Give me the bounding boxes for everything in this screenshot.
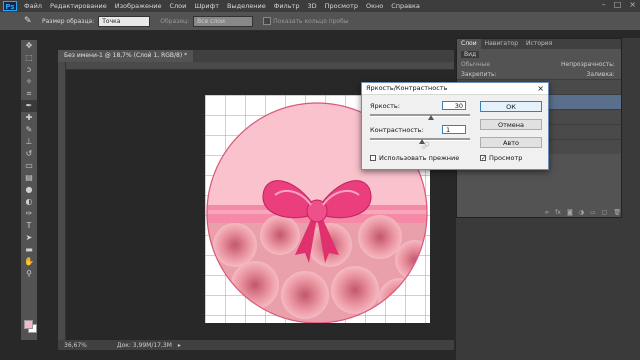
close-icon[interactable]: × (629, 0, 636, 9)
dialog-title: Яркость/Контрастность (366, 84, 448, 92)
window-controls: – □ × (602, 0, 636, 9)
brightness-slider-thumb[interactable] (428, 115, 434, 120)
sample-size-select[interactable]: Точка (98, 15, 151, 27)
minimize-icon[interactable]: – (602, 0, 606, 9)
brush-tool-icon[interactable]: ✎ (21, 124, 37, 136)
menu-bar: Ps Файл Редактирование Изображение Слои Шриф… (0, 0, 640, 12)
lock-row: Закрепить: Заливка: (457, 69, 621, 79)
preview-label: Просмотр (489, 154, 523, 162)
layer-filter-row: Вид (457, 49, 621, 59)
delete-layer-icon[interactable]: 🗑 (613, 209, 621, 216)
eyedropper-tool-icon[interactable]: ✒ (21, 100, 37, 112)
show-ring-checkbox[interactable] (263, 17, 272, 25)
healing-tool-icon[interactable]: ✚ (21, 112, 37, 124)
close-icon[interactable]: × (537, 83, 544, 94)
shape-tool-icon[interactable]: ▬ (21, 244, 37, 256)
sample-label: Образец: (160, 17, 190, 25)
options-bar: ✎ Размер образца: Точка Образец: Все сло… (0, 12, 640, 31)
menu-item-4[interactable]: Шрифт (190, 2, 223, 10)
contrast-input[interactable]: 1 (442, 125, 466, 134)
tools-panel: ✥ ⬚ ↄ ✧ ⌗ ✒ ✚ ✎ ⊥ ↺ ▭ ▤ ● ◐ ✑ T ➤ ▬ ✋ ⚲ (21, 40, 38, 340)
menu-item-2[interactable]: Изображение (111, 2, 166, 10)
blur-tool-icon[interactable]: ● (21, 184, 37, 196)
move-tool-icon[interactable]: ✥ (21, 40, 37, 52)
panel-tab-1[interactable]: Навигатор (481, 39, 522, 49)
lock-label: Закрепить: (461, 70, 497, 78)
horizontal-ruler (65, 62, 454, 70)
blend-row: Обычные Непрозрачность: (457, 59, 621, 69)
brightness-slider[interactable] (370, 114, 470, 117)
vertical-ruler (58, 62, 66, 340)
menu-item-6[interactable]: Фильтр (270, 2, 304, 10)
document-tab[interactable]: Без имени-1 @ 18,7% (Слой 1, RGB/8) * (58, 50, 194, 62)
mouse-cursor-icon: ➚ (421, 139, 431, 152)
menu-item-1[interactable]: Редактирование (46, 2, 111, 10)
new-layer-icon[interactable]: ▢ (602, 209, 608, 216)
foreground-color-swatch[interactable] (24, 320, 33, 329)
status-arrow-icon[interactable]: ▸ (178, 342, 181, 349)
quick-select-tool-icon[interactable]: ✧ (21, 76, 37, 88)
dialog-title-bar: Яркость/Контрастность × (362, 83, 548, 95)
mask-icon[interactable]: ◙ (567, 209, 573, 216)
adjustment-icon[interactable]: ◑ (579, 209, 584, 216)
sample-size-label: Размер образца: (42, 17, 95, 25)
menu-item-3[interactable]: Слои (165, 2, 190, 10)
lasso-tool-icon[interactable]: ↄ (21, 64, 37, 76)
sample-select[interactable]: Все слои (193, 15, 254, 27)
group-icon[interactable]: ▭ (590, 209, 596, 216)
layers-footer: ∞ fx ◙ ◑ ▭ ▢ 🗑 (457, 207, 621, 217)
use-legacy-checkbox[interactable] (370, 155, 376, 161)
fill-label: Заливка: (586, 70, 615, 78)
menu-item-5[interactable]: Выделение (223, 2, 270, 10)
photoshop-logo: Ps (3, 1, 17, 11)
show-ring-label: Показать кольцо пробы (273, 17, 349, 25)
menu-item-9[interactable]: Окно (362, 2, 387, 10)
opacity-label: Непрозрачность: (561, 60, 615, 68)
use-legacy-label: Использовать прежние (379, 154, 460, 162)
menu-item-0[interactable]: Файл (20, 2, 46, 10)
status-bar: 36,67% Док: 3,99M/17,3M ▸ (58, 340, 454, 350)
fx-icon[interactable]: fx (555, 209, 561, 216)
panel-tab-0[interactable]: Слои (457, 39, 481, 49)
history-brush-tool-icon[interactable]: ↺ (21, 148, 37, 160)
zoom-tool-icon[interactable]: ⚲ (21, 268, 37, 280)
hand-tool-icon[interactable]: ✋ (21, 256, 37, 268)
menu-item-10[interactable]: Справка (387, 2, 424, 10)
pen-tool-icon[interactable]: ✑ (21, 208, 37, 220)
brightness-contrast-dialog: Яркость/Контрастность × Яркость: 30 Конт… (361, 82, 549, 170)
crop-tool-icon[interactable]: ⌗ (21, 88, 37, 100)
brightness-label: Яркость: (370, 102, 400, 110)
contrast-label: Контрастность: (370, 126, 424, 134)
panel-tab-2[interactable]: История (522, 39, 556, 49)
layer-kind-select[interactable]: Вид (461, 50, 480, 58)
link-layers-icon[interactable]: ∞ (544, 209, 549, 216)
preview-checkbox[interactable]: ✓ (480, 155, 486, 162)
stamp-tool-icon[interactable]: ⊥ (21, 136, 37, 148)
blend-mode-select[interactable]: Обычные (461, 61, 511, 68)
menu-item-7[interactable]: 3D (303, 2, 320, 10)
brightness-input[interactable]: 30 (442, 101, 466, 110)
cancel-button[interactable]: Отмена (480, 119, 542, 130)
zoom-level[interactable]: 36,67% (64, 342, 87, 349)
type-tool-icon[interactable]: T (21, 220, 37, 232)
ok-button[interactable]: ОК (480, 101, 542, 112)
marquee-tool-icon[interactable]: ⬚ (21, 52, 37, 64)
dodge-tool-icon[interactable]: ◐ (21, 196, 37, 208)
document-size: Док: 3,99M/17,3M (116, 341, 172, 349)
eyedropper-icon[interactable]: ✎ (24, 16, 34, 26)
path-select-tool-icon[interactable]: ➤ (21, 232, 37, 244)
maximize-icon[interactable]: □ (614, 0, 622, 9)
eraser-tool-icon[interactable]: ▭ (21, 160, 37, 172)
gradient-tool-icon[interactable]: ▤ (21, 172, 37, 184)
menu-item-8[interactable]: Просмотр (321, 2, 362, 10)
auto-button[interactable]: Авто (480, 137, 542, 148)
